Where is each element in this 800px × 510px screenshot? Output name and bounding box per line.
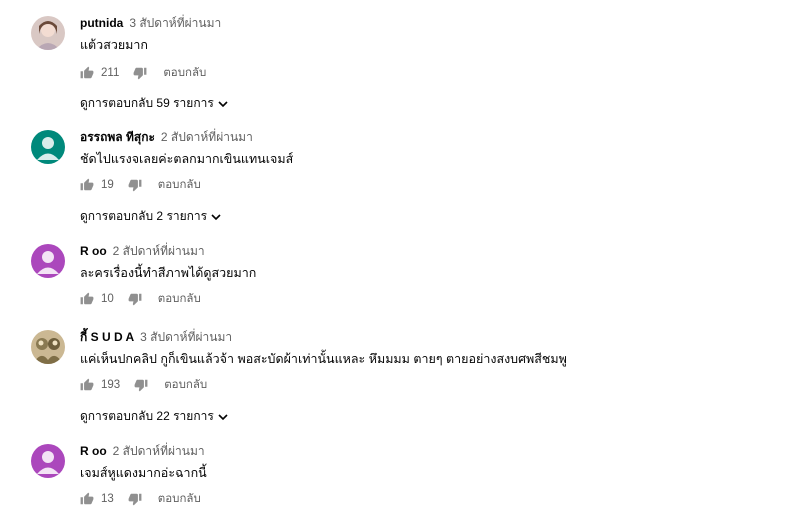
dislike-button[interactable] <box>128 292 142 306</box>
like-count: 10 <box>101 293 114 305</box>
avatar[interactable] <box>31 244 65 278</box>
like-button[interactable] <box>80 66 94 80</box>
thumbs-up-icon <box>80 66 94 79</box>
avatar[interactable] <box>31 16 65 50</box>
view-replies-button[interactable]: ดูการตอบกลับ 2 รายการ <box>80 207 221 226</box>
comment-text: แต้วสวยมาก <box>80 38 148 52</box>
like-button[interactable] <box>80 178 94 192</box>
dislike-button[interactable] <box>128 492 142 506</box>
avatar[interactable] <box>31 330 65 364</box>
comment-time[interactable]: 2 สัปดาห์ที่ผ่านมา <box>113 244 205 258</box>
thumbs-down-icon <box>128 293 142 306</box>
like-count: 13 <box>101 493 114 505</box>
author-name[interactable]: R oo <box>80 444 107 458</box>
thumbs-down-icon <box>128 179 142 192</box>
thumbs-up-icon <box>80 292 94 305</box>
thumbs-down-icon <box>133 67 147 80</box>
like-count: 211 <box>101 67 120 79</box>
author-name[interactable]: putnida <box>80 16 123 30</box>
dislike-button[interactable] <box>128 178 142 192</box>
thumbs-down-icon <box>134 379 148 392</box>
view-replies-label: ดูการตอบกลับ 59 รายการ <box>80 96 214 110</box>
view-replies-button[interactable]: ดูการตอบกลับ 22 รายการ <box>80 407 228 426</box>
reply-button[interactable]: ตอบกลับ <box>164 376 207 394</box>
chevron-down-icon <box>211 213 221 220</box>
chevron-down-icon <box>218 100 228 107</box>
comment-text: แค่เห็นปกคลิป กูก็เขินแล้วจ้า พอสะบัดผ้า… <box>80 352 567 366</box>
comment-time[interactable]: 3 สัปดาห์ที่ผ่านมา <box>129 16 221 30</box>
avatar[interactable] <box>31 444 65 478</box>
like-button[interactable] <box>80 292 94 306</box>
author-name[interactable]: กี้ S U D A <box>80 330 134 344</box>
thumbs-up-icon <box>80 492 94 505</box>
author-name[interactable]: R oo <box>80 244 107 258</box>
reply-button[interactable]: ตอบกลับ <box>163 64 206 82</box>
reply-button[interactable]: ตอบกลับ <box>158 490 201 508</box>
comment-text: เจมส์หูแดงมากอ่ะฉากนี้ <box>80 466 207 480</box>
comment-text: ละครเรื่องนี้ทำสีภาพได้ดูสวยมาก <box>80 266 257 280</box>
like-button[interactable] <box>80 378 94 392</box>
like-button[interactable] <box>80 492 94 506</box>
reply-button[interactable]: ตอบกลับ <box>158 176 201 194</box>
comment-time[interactable]: 3 สัปดาห์ที่ผ่านมา <box>140 330 232 344</box>
view-replies-label: ดูการตอบกลับ 22 รายการ <box>80 409 214 423</box>
chevron-down-icon <box>218 413 228 420</box>
thumbs-up-icon <box>80 378 94 391</box>
avatar[interactable] <box>31 130 65 164</box>
reply-button[interactable]: ตอบกลับ <box>158 290 201 308</box>
view-replies-label: ดูการตอบกลับ 2 รายการ <box>80 209 208 223</box>
like-count: 19 <box>101 179 114 191</box>
thumbs-down-icon <box>128 493 142 506</box>
thumbs-up-icon <box>80 178 94 191</box>
comment-time[interactable]: 2 สัปดาห์ที่ผ่านมา <box>161 130 253 144</box>
comment-text: ชัดไปแรงจเลยค่ะตลกมากเขินแทนเจมส์ <box>80 152 294 166</box>
view-replies-button[interactable]: ดูการตอบกลับ 59 รายการ <box>80 94 228 113</box>
author-name[interactable]: อรรถพล ทีสุกะ <box>80 130 155 144</box>
dislike-button[interactable] <box>133 66 147 80</box>
like-count: 193 <box>101 379 121 391</box>
dislike-button[interactable] <box>134 378 148 392</box>
comment-time[interactable]: 2 สัปดาห์ที่ผ่านมา <box>113 444 205 458</box>
